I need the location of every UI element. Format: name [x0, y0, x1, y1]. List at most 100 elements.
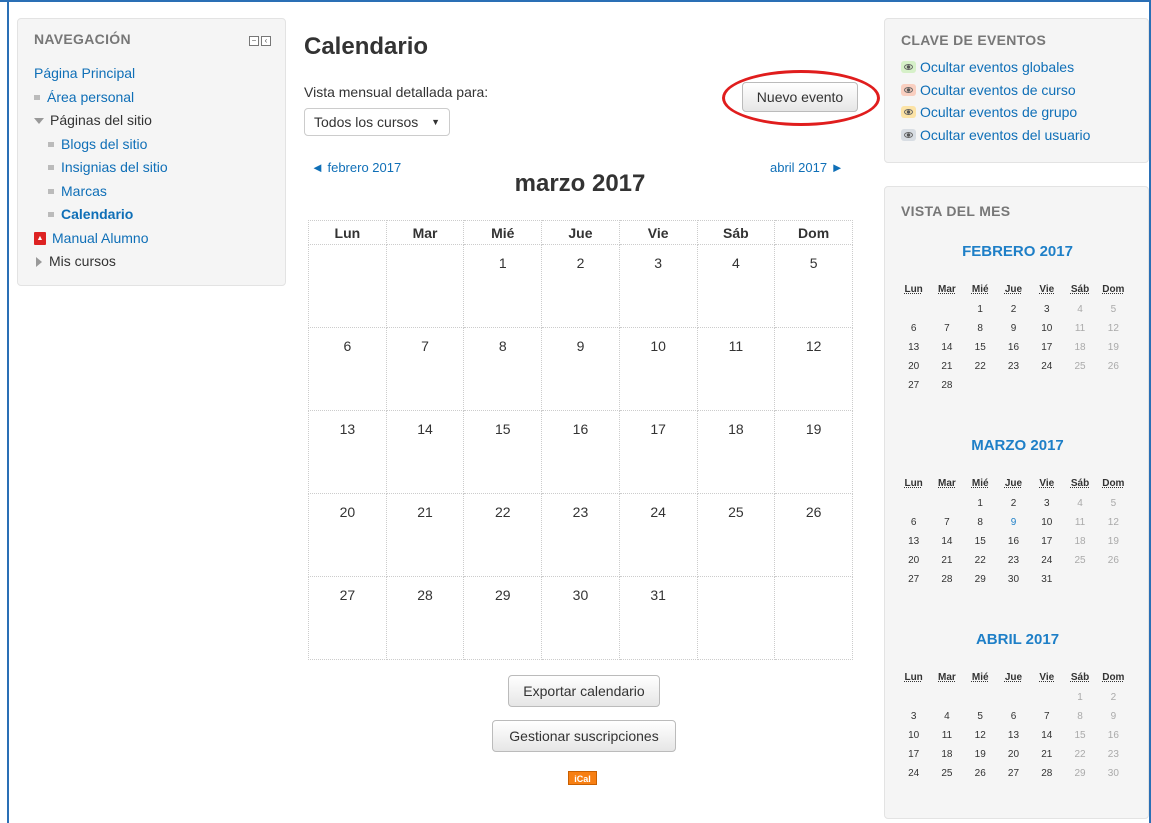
mini-day[interactable]: 1	[964, 494, 997, 513]
mini-day[interactable]: 7	[1030, 707, 1063, 726]
mini-day[interactable]: 20	[897, 357, 930, 376]
nav-item-my-courses[interactable]: Mis cursos	[34, 250, 269, 274]
calendar-day-cell[interactable]: 6	[308, 327, 387, 411]
mini-day[interactable]: 2	[997, 494, 1030, 513]
collapse-block-icon[interactable]: −	[249, 36, 259, 46]
calendar-day-cell[interactable]: 9	[541, 327, 620, 411]
mini-day[interactable]: 25	[1063, 357, 1096, 376]
event-key-item[interactable]: Ocultar eventos de grupo	[901, 101, 1132, 124]
mini-day[interactable]: 23	[1097, 745, 1130, 764]
nav-personal-link[interactable]: Área personal	[47, 86, 134, 110]
calendar-day-cell[interactable]: 24	[618, 493, 698, 577]
mini-day[interactable]: 6	[897, 319, 930, 338]
calendar-day-cell[interactable]: 31	[618, 576, 698, 660]
previous-month-link[interactable]: ◄ febrero 2017	[311, 160, 401, 175]
nav-item-badges[interactable]: Insignias del sitio	[34, 156, 269, 180]
mini-month-title[interactable]: ABRIL 2017	[885, 631, 1150, 648]
mini-day[interactable]: 5	[964, 707, 997, 726]
collapsed-arrow-icon[interactable]	[36, 256, 42, 267]
mini-day[interactable]: 14	[1030, 726, 1063, 745]
mini-day[interactable]: 3	[1030, 494, 1063, 513]
calendar-day-cell[interactable]: 8	[463, 327, 543, 411]
mini-day[interactable]: 16	[1097, 726, 1130, 745]
mini-day[interactable]: 12	[964, 726, 997, 745]
event-key-item[interactable]: Ocultar eventos del usuario	[901, 124, 1132, 147]
calendar-day-cell[interactable]: 20	[308, 493, 387, 577]
mini-month-title[interactable]: FEBRERO 2017	[885, 243, 1150, 260]
mini-day[interactable]: 25	[930, 764, 963, 783]
calendar-day-cell[interactable]: 27	[308, 576, 387, 660]
calendar-day-cell[interactable]: 4	[696, 244, 776, 328]
mini-day[interactable]: 27	[897, 570, 930, 589]
mini-day[interactable]: 11	[1063, 319, 1096, 338]
mini-day[interactable]: 3	[1030, 300, 1063, 319]
calendar-day-cell[interactable]: 3	[618, 244, 698, 328]
nav-badges-link[interactable]: Insignias del sitio	[61, 156, 168, 180]
nav-blogs-link[interactable]: Blogs del sitio	[61, 133, 147, 157]
mini-day[interactable]: 28	[930, 376, 963, 395]
mini-day[interactable]: 2	[997, 300, 1030, 319]
expanded-arrow-icon[interactable]	[34, 117, 44, 124]
mini-day[interactable]: 17	[1030, 532, 1063, 551]
calendar-day-cell[interactable]: 21	[385, 493, 465, 577]
mini-day[interactable]: 22	[964, 357, 997, 376]
mini-day[interactable]: 13	[897, 532, 930, 551]
mini-day[interactable]: 9	[1097, 707, 1130, 726]
mini-day[interactable]: 5	[1097, 300, 1130, 319]
calendar-day-cell[interactable]: 7	[385, 327, 465, 411]
mini-day[interactable]: 15	[964, 532, 997, 551]
mini-day[interactable]: 21	[930, 551, 963, 570]
mini-day[interactable]: 31	[1030, 570, 1063, 589]
mini-day[interactable]: 27	[897, 376, 930, 395]
eye-icon[interactable]	[901, 83, 916, 96]
mini-day[interactable]: 18	[1063, 338, 1096, 357]
export-calendar-button[interactable]: Exportar calendario	[508, 675, 660, 707]
mini-month-title[interactable]: MARZO 2017	[885, 437, 1150, 454]
mini-day[interactable]: 16	[997, 532, 1030, 551]
mini-day[interactable]: 4	[1063, 494, 1096, 513]
nav-home-link[interactable]: Página Principal	[34, 62, 135, 86]
calendar-day-cell[interactable]: 19	[774, 410, 853, 494]
event-key-item[interactable]: Ocultar eventos globales	[901, 56, 1132, 79]
mini-day[interactable]: 22	[964, 551, 997, 570]
calendar-day-cell[interactable]: 30	[541, 576, 620, 660]
mini-day[interactable]: 10	[1030, 319, 1063, 338]
mini-day[interactable]: 3	[897, 707, 930, 726]
mini-day[interactable]: 1	[1063, 688, 1096, 707]
mini-day[interactable]: 15	[1063, 726, 1096, 745]
mini-day[interactable]: 4	[1063, 300, 1096, 319]
mini-day[interactable]: 30	[997, 570, 1030, 589]
nav-manual-link[interactable]: Manual Alumno	[52, 227, 149, 251]
mini-day[interactable]: 29	[964, 570, 997, 589]
mini-day[interactable]: 11	[930, 726, 963, 745]
calendar-day-cell[interactable]: 17	[618, 410, 698, 494]
mini-day[interactable]: 11	[1063, 513, 1096, 532]
mini-day[interactable]: 26	[1097, 357, 1130, 376]
calendar-day-cell[interactable]: 23	[541, 493, 620, 577]
calendar-day-cell[interactable]: 14	[385, 410, 465, 494]
manage-subscriptions-button[interactable]: Gestionar suscripciones	[492, 720, 676, 752]
mini-day[interactable]: 30	[1097, 764, 1130, 783]
mini-day[interactable]: 5	[1097, 494, 1130, 513]
eye-icon[interactable]	[901, 128, 916, 141]
nav-tags-link[interactable]: Marcas	[61, 180, 107, 204]
mini-day[interactable]: 9	[997, 513, 1030, 532]
mini-day[interactable]: 14	[930, 338, 963, 357]
nav-item-personal[interactable]: Área personal	[34, 86, 269, 110]
nav-calendar-link[interactable]: Calendario	[61, 203, 133, 227]
mini-day[interactable]: 10	[897, 726, 930, 745]
mini-day[interactable]: 21	[1030, 745, 1063, 764]
mini-day[interactable]: 10	[1030, 513, 1063, 532]
mini-day[interactable]: 23	[997, 357, 1030, 376]
calendar-day-cell[interactable]: 12	[774, 327, 853, 411]
calendar-day-cell[interactable]: 16	[541, 410, 620, 494]
calendar-day-cell[interactable]: 18	[696, 410, 776, 494]
course-select[interactable]: Todos los cursos ▼	[304, 108, 450, 136]
mini-day[interactable]: 14	[930, 532, 963, 551]
next-month-link[interactable]: abril 2017 ►	[770, 160, 844, 175]
nav-item-tags[interactable]: Marcas	[34, 180, 269, 204]
calendar-day-cell[interactable]: 10	[618, 327, 698, 411]
mini-day[interactable]: 20	[897, 551, 930, 570]
mini-day[interactable]: 13	[897, 338, 930, 357]
mini-day[interactable]: 6	[997, 707, 1030, 726]
